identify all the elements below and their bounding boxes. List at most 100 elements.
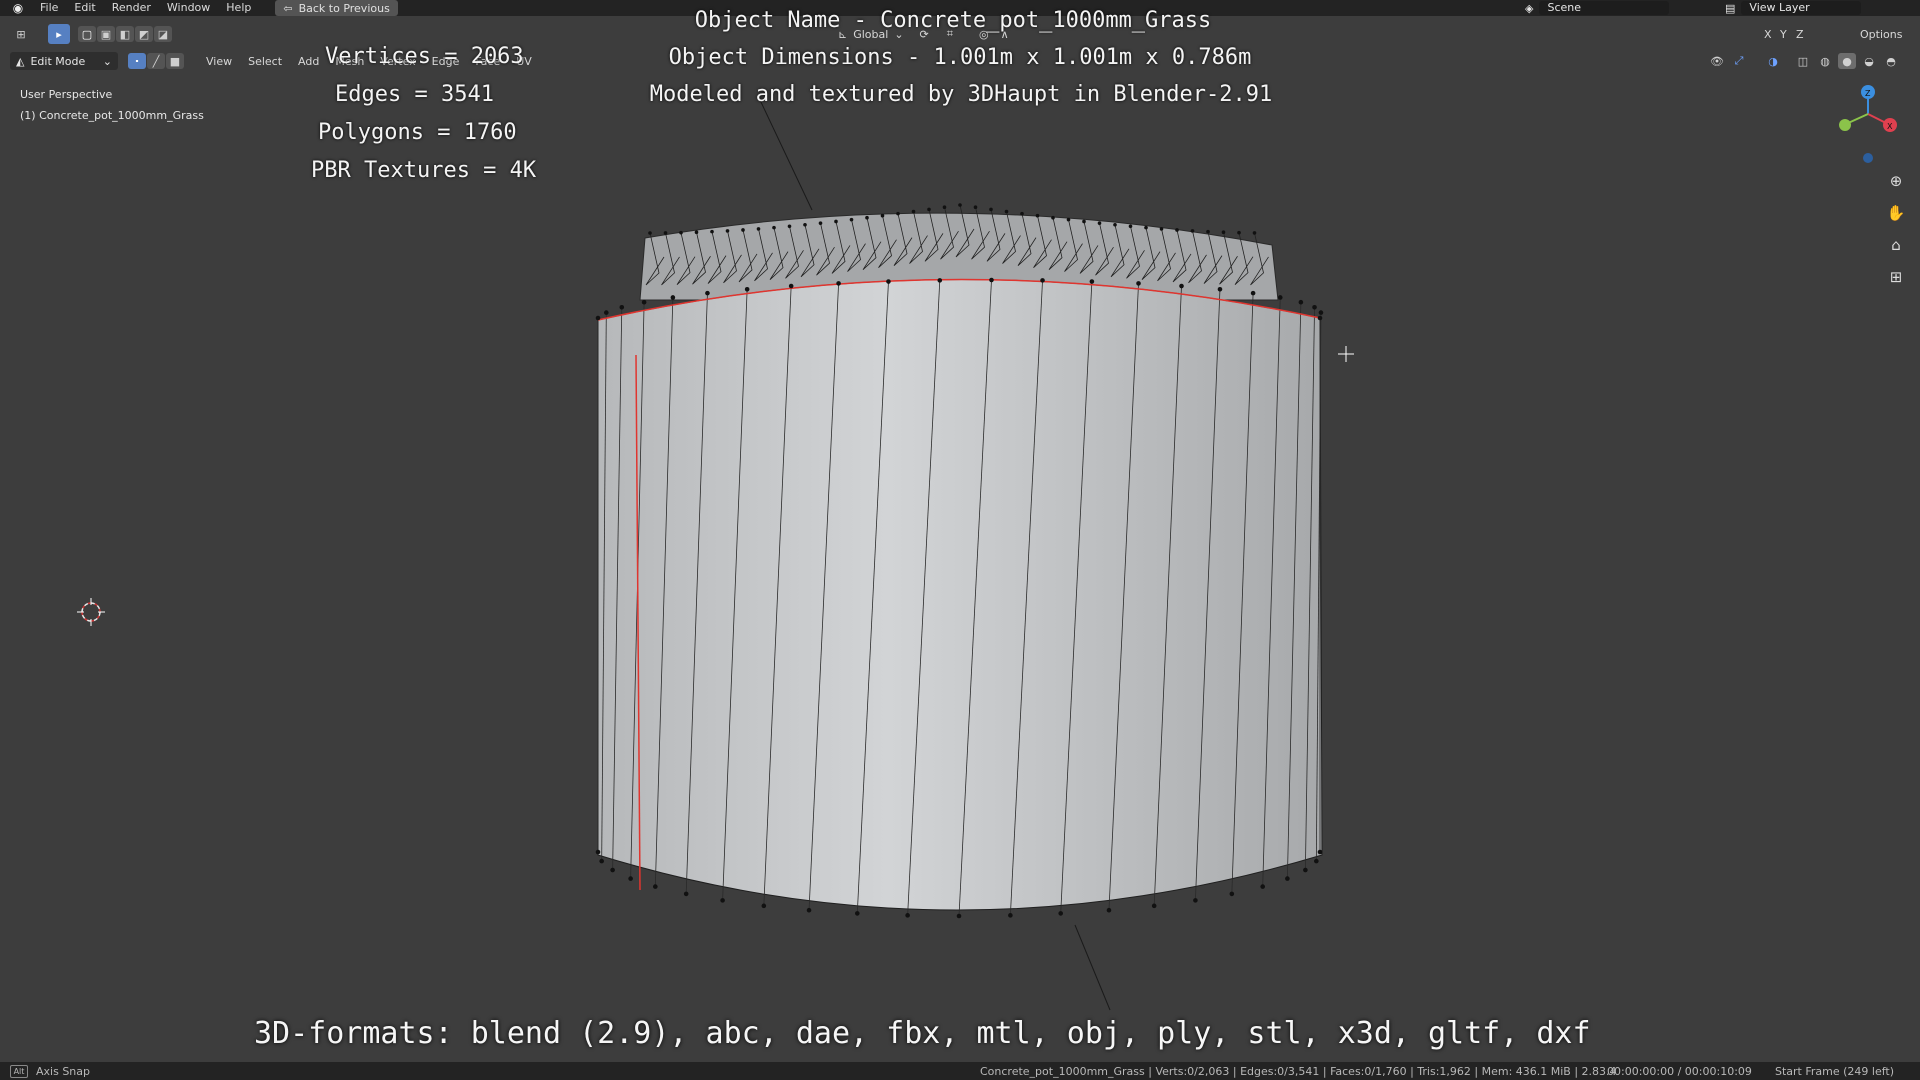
mesh-vertex xyxy=(1317,849,1323,855)
mesh-vertex xyxy=(1206,229,1210,234)
mesh-vertex xyxy=(1066,217,1071,222)
mesh-vertex xyxy=(1221,230,1226,235)
textures-info: PBR Textures = 4K xyxy=(311,158,537,183)
mesh-vertex xyxy=(1089,279,1095,284)
mesh-vertex xyxy=(1252,231,1257,235)
mesh-vertex xyxy=(958,203,962,207)
mesh-vertex xyxy=(927,207,931,212)
mesh-vertex xyxy=(1040,278,1045,283)
mesh-vertex xyxy=(989,277,994,283)
hand-icon[interactable]: ✋ xyxy=(1885,202,1907,224)
mesh-vertex xyxy=(772,225,776,230)
mesh-vertex xyxy=(896,211,900,216)
mesh-vertex xyxy=(1260,884,1265,889)
mesh-vertex xyxy=(818,221,823,225)
mesh-vertex xyxy=(956,913,962,919)
mesh-vertex xyxy=(679,230,683,235)
mesh-vertex xyxy=(1312,304,1317,310)
mesh-vertex xyxy=(836,281,841,286)
crosshair-icon xyxy=(1338,346,1354,362)
mesh-vertex xyxy=(1113,222,1117,227)
mesh-vertex xyxy=(1314,858,1319,864)
grid-icon[interactable]: ⊞ xyxy=(1885,266,1907,288)
mesh-vertex xyxy=(854,911,860,916)
mesh-vertex xyxy=(761,903,767,909)
mesh-vertex xyxy=(744,286,750,292)
mesh-vertex xyxy=(1237,230,1241,235)
mesh-vertex xyxy=(1250,290,1256,296)
mesh-vertex xyxy=(1144,225,1148,230)
viewport-canvas[interactable]: Z X xyxy=(0,0,1920,1080)
mesh-vertex xyxy=(694,230,699,235)
edges-count: Edges = 3541 xyxy=(335,82,494,107)
gizmo-x-label: X xyxy=(1887,122,1893,131)
mesh-vertex xyxy=(803,222,807,227)
mesh-vertex xyxy=(787,224,792,229)
status-frame: Start Frame (249 left) xyxy=(1775,1064,1895,1078)
axis-line xyxy=(1074,924,1111,1011)
mesh-vertex xyxy=(1217,286,1223,292)
mesh-vertex xyxy=(1317,315,1323,321)
mesh-vertex xyxy=(1190,229,1195,233)
mesh-vertex xyxy=(911,209,916,214)
mesh-vertex xyxy=(1008,913,1013,918)
mesh-vertex xyxy=(595,849,601,855)
object-dimensions: Object Dimensions - 1.001m x 1.001m x 0.… xyxy=(668,45,1252,70)
mesh-vertex xyxy=(1285,876,1290,881)
status-stats: Concrete_pot_1000mm_Grass | Verts:0/2,06… xyxy=(980,1064,1617,1078)
mesh-vertex xyxy=(806,907,812,913)
axis-line xyxy=(759,99,813,211)
mesh-vertex xyxy=(1151,903,1157,909)
mesh-vertex xyxy=(1159,227,1164,231)
mesh-vertex xyxy=(641,299,647,305)
polygons-count: Polygons = 1760 xyxy=(318,120,517,145)
mesh-vertex xyxy=(880,213,885,218)
mesh-vertex xyxy=(937,278,943,283)
mesh-vertex xyxy=(788,283,794,289)
status-bar: Alt Axis Snap Concrete_pot_1000mm_Grass … xyxy=(0,1062,1920,1080)
mesh-vertex xyxy=(1298,299,1304,305)
mesh-vertex xyxy=(1097,221,1102,225)
alt-key-icon: Alt xyxy=(10,1064,28,1078)
mesh-vertex xyxy=(663,231,668,235)
mesh-vertex xyxy=(989,207,993,212)
mesh-vertex xyxy=(1179,283,1184,289)
mesh-vertex xyxy=(1229,891,1235,897)
mesh-vertex xyxy=(1051,215,1055,220)
mesh-vertex xyxy=(648,231,652,235)
mesh-vertex xyxy=(603,310,609,315)
mesh-vertex xyxy=(1106,907,1112,913)
mesh-vertex xyxy=(1277,295,1283,300)
mesh-vertex xyxy=(973,205,978,209)
mesh-vertex xyxy=(1004,209,1009,214)
mesh-vertex xyxy=(628,876,633,881)
mesh-vertex xyxy=(1303,867,1308,873)
mesh-vertex xyxy=(942,205,947,209)
mesh-vertex xyxy=(1136,281,1141,286)
mesh-vertex xyxy=(599,858,604,864)
status-hint: Axis Snap xyxy=(36,1064,90,1078)
mesh-vertex xyxy=(725,229,730,233)
mesh-vertex xyxy=(619,304,625,310)
mesh-vertex xyxy=(1128,224,1133,229)
mesh-vertex xyxy=(1175,228,1179,232)
status-time: 00:00:00:00 / 00:00:10:09 xyxy=(1607,1064,1752,1078)
mesh-vertex xyxy=(1035,213,1040,218)
mesh-vertex xyxy=(1318,310,1324,315)
mesh-vertex xyxy=(610,867,615,873)
mesh-vertex xyxy=(1082,219,1086,224)
mesh-vertex xyxy=(886,279,891,284)
mesh-vertex xyxy=(710,229,714,234)
3d-cursor-icon[interactable] xyxy=(77,598,105,626)
zoom-icon[interactable]: ⊕ xyxy=(1885,170,1907,192)
mesh-vertex xyxy=(756,227,761,231)
navigation-gizmo[interactable]: Z X xyxy=(1839,85,1897,163)
mesh-vertex xyxy=(1020,211,1024,216)
mesh-vertex xyxy=(720,898,725,903)
mesh-vertex xyxy=(905,913,910,918)
mesh-vertex xyxy=(683,891,689,897)
mesh-vertex xyxy=(834,219,838,224)
mesh-vertex xyxy=(741,228,745,232)
camera-icon[interactable]: ⌂ xyxy=(1885,234,1907,256)
gizmo-z-label: Z xyxy=(1865,89,1871,98)
